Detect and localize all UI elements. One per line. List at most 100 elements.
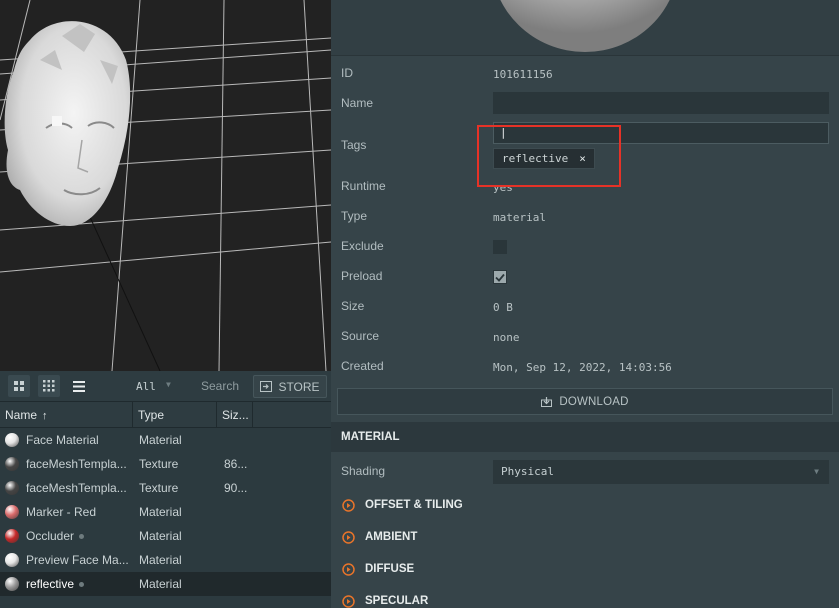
material-sphere-icon: [5, 553, 19, 567]
asset-filter-select[interactable]: All ▼: [128, 376, 180, 396]
list-icon: [73, 380, 85, 392]
material-section-header: MATERIAL: [331, 422, 839, 452]
section-ambient-label: AMBIENT: [365, 531, 418, 543]
tag-remove-icon[interactable]: ×: [579, 152, 586, 165]
asset-type: Material: [139, 577, 182, 591]
chevron-down-icon: ▼: [166, 380, 171, 389]
material-preview: [331, 0, 839, 56]
column-header-size-label: Siz...: [222, 408, 249, 422]
store-button[interactable]: STORE: [253, 375, 327, 398]
asset-name: Face Material: [26, 433, 99, 447]
asset-table: Name ↑ Type Siz... Face Material Material f…: [0, 402, 331, 608]
asset-name-text: reflective: [26, 577, 75, 591]
preview-sphere: [500, 0, 670, 52]
expand-arrow-icon: [342, 531, 355, 544]
face-mesh-model: [4, 21, 131, 226]
name-field[interactable]: [493, 92, 829, 114]
table-row[interactable]: Occluder Material: [0, 524, 331, 548]
created-label: Created: [341, 359, 384, 373]
store-button-label: STORE: [278, 379, 320, 394]
expand-arrow-icon: [342, 595, 355, 608]
tag-chip: reflective ×: [493, 148, 595, 169]
download-button[interactable]: DOWNLOAD: [337, 388, 833, 415]
asset-name: Preview Face Ma...: [26, 553, 129, 567]
column-header-size[interactable]: Siz...: [217, 402, 253, 428]
download-icon: [541, 396, 553, 407]
texture-thumbnail-icon: [5, 481, 19, 495]
asset-name: faceMeshTempla...: [26, 481, 127, 495]
name-label: Name: [341, 96, 374, 110]
table-row[interactable]: faceMeshTempla... Texture 86...: [0, 452, 331, 476]
asset-toolbar: All ▼ STORE: [0, 371, 331, 402]
tag-chip-label: reflective: [502, 152, 569, 165]
section-diffuse-label: DIFFUSE: [365, 563, 415, 575]
asset-name: reflective: [26, 572, 132, 596]
editor-window: All ▼ STORE Name ↑ Type Siz... Face Mater…: [0, 0, 839, 608]
table-row[interactable]: Preview Face Ma... Material: [0, 548, 331, 572]
store-icon: [260, 381, 273, 392]
asset-filter-value: All: [136, 379, 156, 393]
viewport-scene: [0, 0, 331, 371]
tags-input-text: |: [500, 126, 507, 139]
asset-table-header: Name ↑ Type Siz...: [0, 402, 331, 428]
size-value: 0 B: [493, 301, 513, 314]
material-sphere-icon: [5, 529, 19, 543]
section-diffuse[interactable]: DIFFUSE: [331, 554, 839, 586]
grid-large-view-button[interactable]: [8, 375, 30, 397]
grid-large-icon: [14, 381, 24, 391]
asset-search-input[interactable]: [188, 375, 248, 397]
section-offset-tiling-label: OFFSET & TILING: [365, 499, 463, 511]
material-sphere-icon: [5, 433, 19, 447]
preload-label: Preload: [341, 269, 383, 283]
section-ambient[interactable]: AMBIENT: [331, 522, 839, 554]
asset-name: faceMeshTempla...: [26, 457, 127, 471]
asset-size: 86...: [224, 457, 248, 471]
source-label: Source: [341, 329, 380, 343]
column-header-type-label: Type: [138, 408, 165, 422]
table-row[interactable]: Face Material Material: [0, 428, 331, 452]
source-value: none: [493, 331, 520, 344]
column-header-name[interactable]: Name ↑: [0, 402, 133, 428]
asset-size: 90...: [224, 481, 248, 495]
runtime-value: yes: [493, 181, 513, 194]
tags-label: Tags: [341, 138, 367, 152]
preload-checkbox[interactable]: [493, 270, 507, 284]
column-header-type[interactable]: Type: [133, 402, 217, 428]
asset-type: Material: [139, 529, 182, 543]
chevron-down-icon: ▼: [814, 467, 819, 476]
grid-small-view-button[interactable]: [38, 375, 60, 397]
section-specular[interactable]: SPECULAR: [331, 586, 839, 608]
expand-arrow-icon: [342, 563, 355, 576]
shading-value: Physical: [501, 465, 554, 478]
section-offset-tiling[interactable]: OFFSET & TILING: [331, 490, 839, 522]
asset-type: Material: [139, 553, 182, 567]
asset-name-text: Occluder: [26, 529, 75, 543]
in-use-indicator-icon: [79, 534, 85, 540]
id-label: ID: [341, 66, 353, 80]
material-sphere-icon: [5, 505, 19, 519]
asset-type: Material: [139, 433, 182, 447]
id-value: 101611156: [493, 68, 553, 81]
size-label: Size: [341, 299, 365, 313]
material-sphere-icon: [5, 577, 19, 591]
in-use-indicator-icon: [79, 582, 85, 588]
section-specular-label: SPECULAR: [365, 595, 429, 607]
asset-type: Texture: [139, 457, 179, 471]
download-label: DOWNLOAD: [559, 395, 629, 408]
3d-viewport[interactable]: [0, 0, 331, 371]
list-view-button[interactable]: [68, 375, 90, 397]
table-row[interactable]: reflective Material: [0, 572, 331, 596]
table-row[interactable]: faceMeshTempla... Texture 90...: [0, 476, 331, 500]
created-value: Mon, Sep 12, 2022, 14:03:56: [493, 361, 672, 374]
column-header-name-label: Name: [5, 408, 38, 422]
tags-input[interactable]: |: [493, 122, 829, 144]
asset-name: Marker - Red: [26, 505, 97, 519]
asset-name: Occluder: [26, 524, 132, 548]
exclude-checkbox[interactable]: [493, 240, 507, 254]
expand-arrow-icon: [342, 499, 355, 512]
sort-ascending-icon: ↑: [42, 410, 48, 422]
checkmark-icon: [495, 273, 505, 282]
shading-select[interactable]: Physical ▼: [493, 460, 829, 484]
table-row[interactable]: Marker - Red Material: [0, 500, 331, 524]
asset-inspector: ID 101611156 Name Tags | reflective × Ru…: [331, 0, 839, 608]
